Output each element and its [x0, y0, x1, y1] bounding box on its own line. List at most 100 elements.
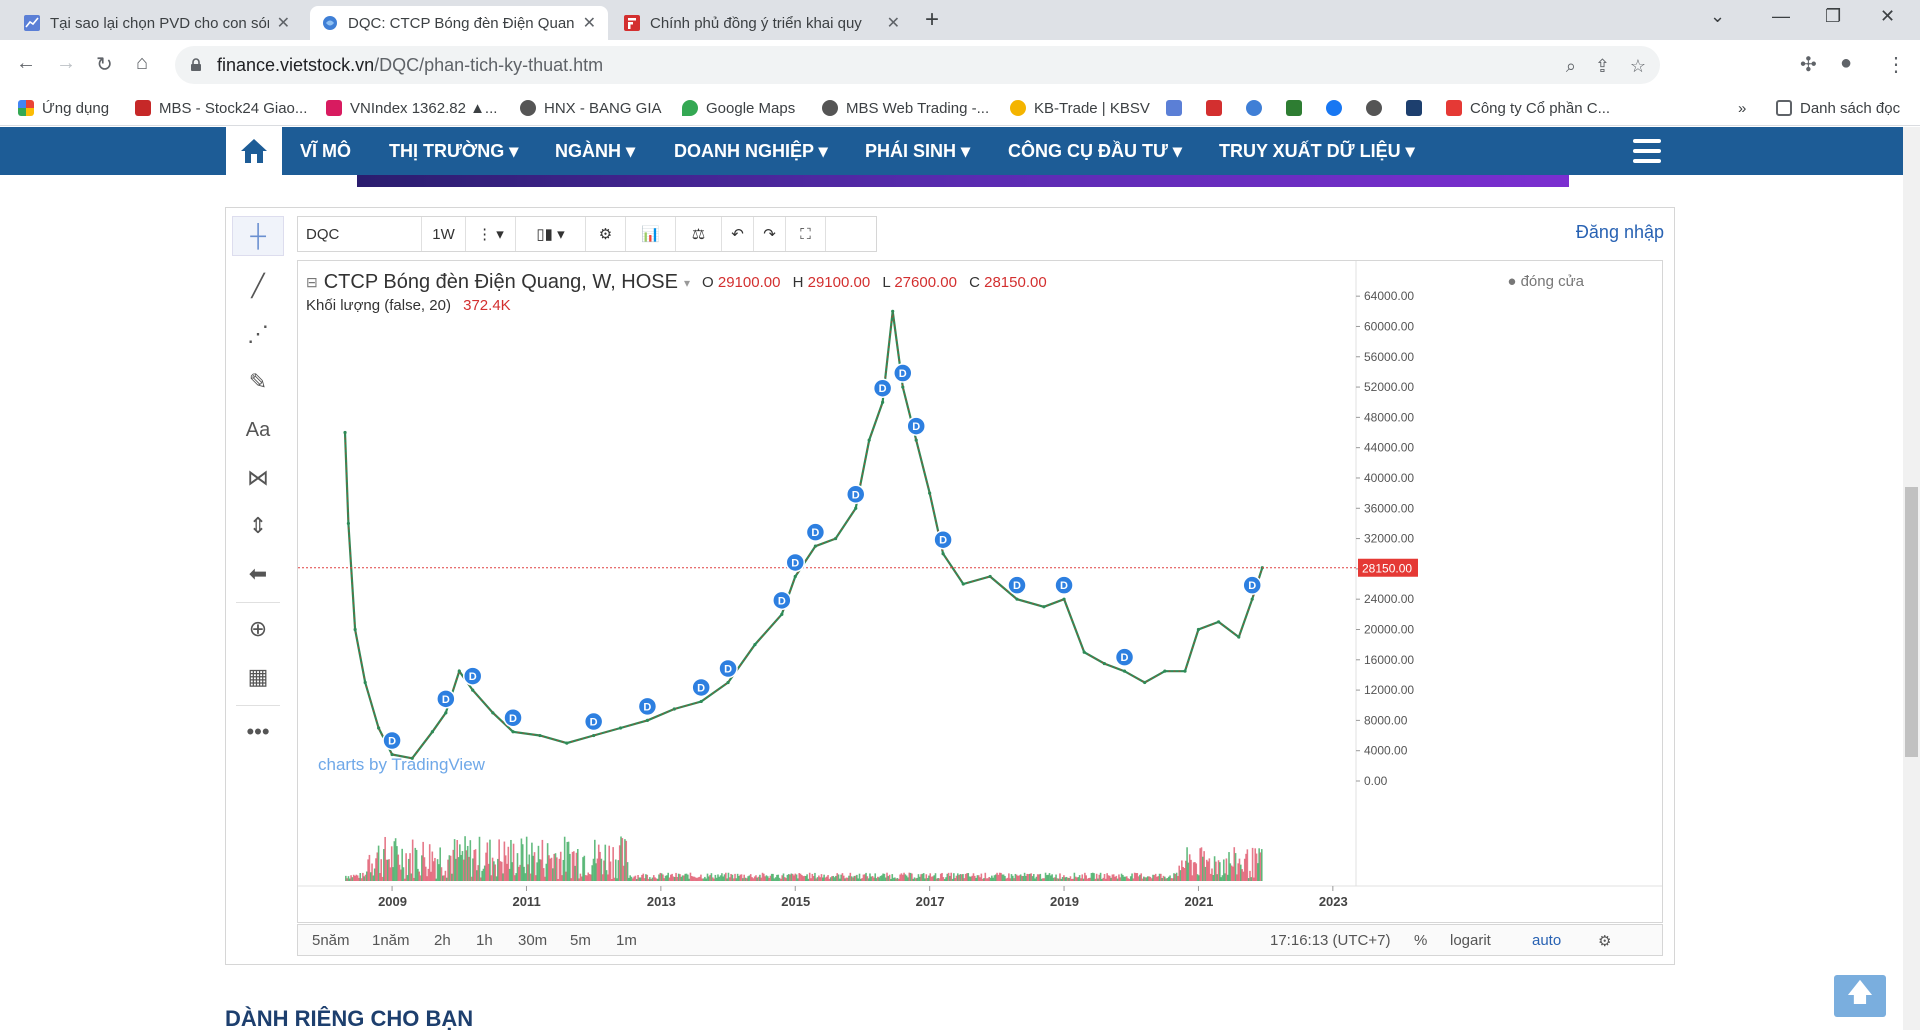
- pattern-tool-icon[interactable]: ⋈: [232, 458, 284, 498]
- tab-pvd[interactable]: Tại sao lại chọn PVD cho con sóng ✕: [12, 6, 302, 40]
- forward-icon[interactable]: →: [56, 52, 76, 75]
- zoom-icon[interactable]: ⌕: [1566, 56, 1576, 77]
- tradingview-watermark[interactable]: charts by TradingView: [318, 755, 485, 775]
- measure-tool-icon[interactable]: ⇕: [232, 506, 284, 546]
- fullscreen-icon[interactable]: ⛶: [786, 217, 826, 251]
- back-icon[interactable]: ←: [16, 52, 36, 75]
- scrollbar-thumb[interactable]: [1905, 487, 1918, 757]
- profile-icon[interactable]: ●: [1840, 52, 1852, 75]
- bookmark-shield[interactable]: [1286, 96, 1310, 120]
- reload-icon[interactable]: ↻: [96, 52, 113, 77]
- range-5nam[interactable]: 5năm: [312, 932, 350, 949]
- bookmark-news[interactable]: [1206, 96, 1230, 120]
- volume-bar: [609, 861, 612, 881]
- bookmark-mbs-web[interactable]: MBS Web Trading -...: [822, 96, 989, 120]
- more-tools-icon[interactable]: •••: [232, 712, 284, 752]
- range-1h[interactable]: 1h: [476, 932, 493, 949]
- nav-thitruong[interactable]: THỊ TRƯỜNG ▾: [389, 141, 518, 162]
- bookmark-kbtrade[interactable]: KB-Trade | KBSV: [1010, 96, 1150, 120]
- price-chart-svg[interactable]: 64000.00 60000.00 56000.00 52000.00 48000.00…: [298, 261, 1662, 922]
- percent-toggle[interactable]: %: [1414, 932, 1427, 949]
- dividend-marker-label: D: [1248, 580, 1256, 592]
- tab-dqc[interactable]: DQC: CTCP Bóng đèn Điện Quang ✕: [310, 6, 608, 40]
- range-1m[interactable]: 1m: [616, 932, 637, 949]
- ad-banner[interactable]: [357, 175, 1569, 187]
- nav-doanhnghiep[interactable]: DOANH NGHIỆP ▾: [674, 141, 828, 162]
- home-button[interactable]: [226, 127, 282, 175]
- compare-icon[interactable]: ⚖: [676, 217, 722, 251]
- price-series-line: [343, 311, 1264, 760]
- zoom-tool-icon[interactable]: ⊕: [232, 609, 284, 649]
- log-toggle[interactable]: logarit: [1450, 932, 1491, 949]
- close-icon[interactable]: ✕: [583, 13, 596, 33]
- window-close-button[interactable]: ✕: [1880, 6, 1895, 27]
- bookmark-chart[interactable]: [1166, 96, 1190, 120]
- home-icon[interactable]: ⌂: [136, 52, 148, 75]
- chart-top-toolbar: DQC 1W ⋮ ▾ ▯▮ ▾ ⚙ 📊 ⚖ ↶ ↷ ⛶: [297, 216, 877, 252]
- indicators-icon[interactable]: 📊: [626, 217, 676, 251]
- crosshair-tool-icon[interactable]: ┼: [232, 216, 284, 256]
- legend-dropdown-icon[interactable]: ▾: [684, 276, 690, 290]
- symbol-input[interactable]: DQC: [298, 217, 422, 251]
- reading-list[interactable]: Danh sách đọc: [1776, 96, 1900, 120]
- restore-button[interactable]: ❐: [1825, 6, 1841, 27]
- dots-logo-icon: [1446, 100, 1462, 116]
- tab-chinhphu[interactable]: Chính phủ đồng ý triển khai quy ✕: [612, 6, 912, 40]
- fib-tool-icon[interactable]: ⋰: [232, 314, 284, 354]
- hamburger-menu-icon[interactable]: [1633, 139, 1661, 169]
- range-1nam[interactable]: 1năm: [372, 932, 410, 949]
- nav-truyxuat[interactable]: TRUY XUẤT DỮ LIỆU ▾: [1219, 141, 1415, 162]
- menu-dots-icon[interactable]: ⋮: [1886, 52, 1906, 77]
- bookmark-app[interactable]: [1406, 96, 1430, 120]
- bookmark-google-maps[interactable]: Google Maps: [682, 96, 795, 120]
- bookmarks-overflow-icon[interactable]: »: [1738, 96, 1746, 120]
- nav-phaisinh[interactable]: PHÁI SINH ▾: [865, 141, 970, 162]
- price-point: [1237, 635, 1241, 639]
- login-link[interactable]: Đăng nhập: [1576, 222, 1664, 243]
- trendline-tool-icon[interactable]: ╱: [232, 266, 284, 306]
- auto-toggle[interactable]: auto: [1532, 932, 1561, 949]
- collapse-icon[interactable]: ⊟: [306, 274, 318, 291]
- price-point: [1183, 669, 1187, 673]
- bookmark-congty[interactable]: Công ty Cổ phần C...: [1446, 96, 1610, 120]
- url-field[interactable]: finance.vietstock.vn/DQC/phan-tich-ky-th…: [175, 46, 1660, 84]
- bookmark-star-icon[interactable]: ☆: [1630, 56, 1646, 77]
- candle-style-icon[interactable]: ▯▮ ▾: [516, 217, 586, 251]
- extensions-icon[interactable]: ✣: [1800, 52, 1817, 77]
- range-2h[interactable]: 2h: [434, 932, 451, 949]
- nav-vimo[interactable]: VĨ MÔ: [300, 141, 351, 162]
- settings-gear-icon[interactable]: ⚙: [586, 217, 626, 251]
- range-30m[interactable]: 30m: [518, 932, 547, 949]
- arrow-tool-icon[interactable]: ⬅: [232, 554, 284, 594]
- bookmark-globe-2[interactable]: [1366, 96, 1390, 120]
- scroll-top-button[interactable]: 🡅: [1834, 975, 1886, 1017]
- range-5m[interactable]: 5m: [570, 932, 591, 949]
- interval-button[interactable]: 1W: [422, 217, 466, 251]
- price-point: [565, 741, 569, 745]
- bookmark-mbs[interactable]: MBS - Stock24 Giao...: [135, 96, 307, 120]
- bookmark-facebook[interactable]: [1326, 96, 1350, 120]
- ruler-tool-icon[interactable]: ▦: [232, 657, 284, 697]
- chart-settings-icon[interactable]: ⚙: [1598, 932, 1611, 950]
- bookmark-vnindex[interactable]: VNIndex 1362.82 ▲...: [326, 96, 497, 120]
- page-scrollbar[interactable]: [1903, 127, 1920, 1030]
- text-tool-icon[interactable]: Aa: [232, 410, 284, 450]
- minimize-button[interactable]: —: [1772, 6, 1790, 27]
- share-icon[interactable]: ⇪: [1595, 56, 1610, 77]
- nav-congcu[interactable]: CÔNG CỤ ĐẦU TƯ ▾: [1008, 141, 1182, 162]
- interval-dropdown-icon[interactable]: ⋮ ▾: [466, 217, 516, 251]
- price-chart-pane[interactable]: 64000.00 60000.00 56000.00 52000.00 48000.00…: [297, 260, 1663, 923]
- nav-nganh[interactable]: NGÀNH ▾: [555, 141, 635, 162]
- undo-icon[interactable]: ↶: [722, 217, 754, 251]
- tab-search-icon[interactable]: ⌄: [1710, 6, 1725, 27]
- redo-icon[interactable]: ↷: [754, 217, 786, 251]
- close-icon[interactable]: ✕: [887, 13, 900, 33]
- new-tab-button[interactable]: +: [925, 6, 939, 34]
- close-icon[interactable]: ✕: [277, 13, 290, 33]
- brush-tool-icon[interactable]: ✎: [232, 362, 284, 402]
- bookmark-globe[interactable]: [1246, 96, 1270, 120]
- dividend-marker-label: D: [509, 713, 517, 725]
- bookmark-apps[interactable]: Ứng dụng: [18, 96, 109, 120]
- bookmark-hnx[interactable]: HNX - BANG GIA: [520, 96, 662, 120]
- price-point: [726, 680, 730, 685]
